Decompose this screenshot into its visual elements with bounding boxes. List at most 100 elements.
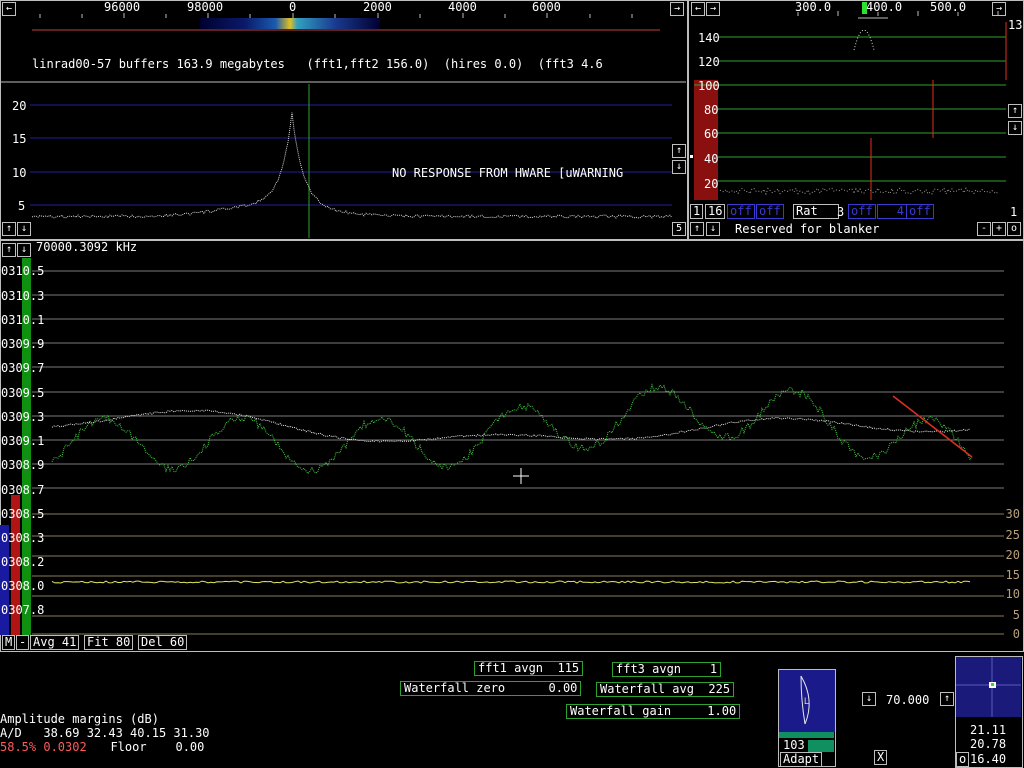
main-ytick: 0308.9: [1, 458, 45, 472]
waterfall-gain-control[interactable]: Waterfall gain 1.00: [566, 704, 741, 719]
afc-ytick: 140: [698, 31, 720, 45]
fft3-avgn-control[interactable]: fft3 avgn 1: [612, 662, 722, 677]
m-button[interactable]: M: [2, 635, 16, 650]
del-control[interactable]: Del 60: [138, 635, 188, 650]
rat-label: Rat: [793, 204, 839, 219]
arrow-down-icon: ↓: [865, 693, 873, 704]
main-ytick: 0307.8: [1, 603, 45, 617]
overload-percent: 58.5% 0.0302: [0, 740, 87, 754]
channel-1-button[interactable]: 1: [690, 204, 704, 219]
wide-ytick: 5: [18, 199, 26, 213]
option-4[interactable]: 4: [877, 204, 907, 219]
right-tick: 25: [1005, 528, 1020, 542]
main-ytick: 0308.0: [1, 579, 45, 593]
adapt-number: 103: [783, 738, 805, 752]
right-tick: 0: [1012, 627, 1020, 641]
arrow-up-icon: ↑: [675, 145, 683, 156]
option-off-4[interactable]: off: [906, 204, 934, 219]
right-tick: 10: [1005, 587, 1020, 601]
afc-ytick: 20: [704, 177, 719, 191]
s-value-2: 20.78: [970, 737, 1007, 751]
main-ytick: 0308.2: [1, 555, 45, 569]
fft1-avgn-control[interactable]: fft1 avgn 115: [474, 661, 584, 676]
x-button[interactable]: X: [874, 750, 888, 765]
main-ytick: 0309.3: [1, 410, 45, 424]
main-ytick: 0309.1: [1, 434, 45, 448]
floor-value: Floor 0.00: [96, 740, 205, 754]
main-ytick: 0309.9: [1, 337, 45, 351]
main-ytick: 0310.1: [1, 313, 45, 327]
amplitude-margins-title: Amplitude margins (dB): [0, 712, 159, 726]
waterfall-avg-control[interactable]: Waterfall avg 225: [596, 682, 735, 697]
adapt-meter: [808, 740, 834, 752]
main-ytick: 0308.5: [1, 507, 45, 521]
main-ytick: 0308.3: [1, 531, 45, 545]
wide-corner-label: 5: [675, 223, 683, 234]
option-off-2[interactable]: off: [756, 204, 784, 219]
main-ytick: 0310.5: [1, 264, 45, 278]
wide-top-strip: [0, 13, 686, 83]
afc-scale-up-button[interactable]: ↑: [1008, 104, 1022, 118]
s-reset-button[interactable]: o: [956, 752, 970, 767]
blanker-up-button[interactable]: ↑: [690, 222, 704, 236]
wide-down-button[interactable]: ↓: [17, 222, 31, 236]
freq-up-button[interactable]: ↑: [940, 692, 954, 706]
wide-ytick: 15: [12, 132, 27, 146]
option-off-1[interactable]: off: [727, 204, 755, 219]
svg-text:L: L: [804, 696, 809, 706]
wide-spectrum-plot: [30, 84, 673, 238]
afc-ytick: 120: [698, 55, 720, 69]
rat-value[interactable]: 3: [837, 205, 844, 219]
arrow-down-icon: ↓: [709, 223, 717, 234]
afc-ytick: 40: [704, 152, 719, 166]
right-tick: 30: [1005, 507, 1020, 521]
main-ytick: 0309.5: [1, 386, 45, 400]
afc-ytick: 60: [704, 127, 719, 141]
wide-corner-value[interactable]: 5: [672, 222, 686, 236]
blanker-minus-button[interactable]: -: [977, 222, 991, 236]
blanker-zero-button[interactable]: o: [1007, 222, 1021, 236]
wide-scale-down-button[interactable]: ↓: [672, 160, 686, 174]
s-value-1: 21.11: [970, 723, 1007, 737]
wide-up-button[interactable]: ↑: [2, 222, 16, 236]
wide-ytick: 20: [12, 99, 27, 113]
hardware-warning: NO RESPONSE FROM HWARE [uWARNING: [392, 166, 624, 180]
arrow-up-icon: ↑: [943, 693, 951, 704]
center-frequency-value[interactable]: 70.000: [886, 693, 929, 707]
afc-plot: [694, 2, 1007, 200]
blanker-plus-button[interactable]: +: [992, 222, 1006, 236]
moon-phase-icon: L: [779, 670, 835, 732]
arrow-down-icon: ↓: [675, 161, 683, 172]
ad-margins: A/D 38.69 32.43 40.15 31.30: [0, 726, 210, 740]
afc-corner-bottom: 1: [1010, 205, 1018, 219]
status-line: linrad00-57 buffers 163.9 megabytes (fft…: [32, 57, 603, 71]
arrow-up-icon: ↑: [693, 223, 701, 234]
arrow-down-icon: ↓: [20, 223, 28, 234]
fit-control[interactable]: Fit 80: [84, 635, 134, 650]
arrow-up-icon: ↑: [5, 223, 13, 234]
afc-ytick: 100: [698, 79, 720, 93]
blanker-down-button[interactable]: ↓: [706, 222, 720, 236]
channel-16-button[interactable]: 16: [705, 204, 726, 219]
waterfall-zero-control[interactable]: Waterfall zero 0.00: [400, 681, 582, 696]
avg-control[interactable]: Avg 41: [30, 635, 80, 650]
freq-down-button[interactable]: ↓: [862, 692, 876, 706]
adapt-button[interactable]: Adapt: [780, 752, 823, 767]
main-ytick: 0310.3: [1, 289, 45, 303]
wide-scale-up-button[interactable]: ↑: [672, 144, 686, 158]
right-tick: 15: [1005, 568, 1020, 582]
main-ytick: 0308.7: [1, 483, 45, 497]
arrow-up-icon: ↑: [1011, 105, 1019, 116]
arrow-down-icon: ↓: [1011, 122, 1019, 133]
minus-button[interactable]: -: [16, 635, 30, 650]
option-off-3[interactable]: off: [848, 204, 876, 219]
blanker-label: Reserved for blanker: [735, 222, 880, 236]
main-ytick: 0309.7: [1, 361, 45, 375]
main-plot: [0, 258, 1004, 635]
right-tick: 5: [1012, 608, 1020, 622]
minus-label: -: [980, 223, 988, 234]
right-tick: 20: [1005, 548, 1020, 562]
afc-scale-down-button[interactable]: ↓: [1008, 121, 1022, 135]
zero-label: o: [1010, 223, 1018, 234]
s-value-3: 16.40: [970, 752, 1007, 766]
